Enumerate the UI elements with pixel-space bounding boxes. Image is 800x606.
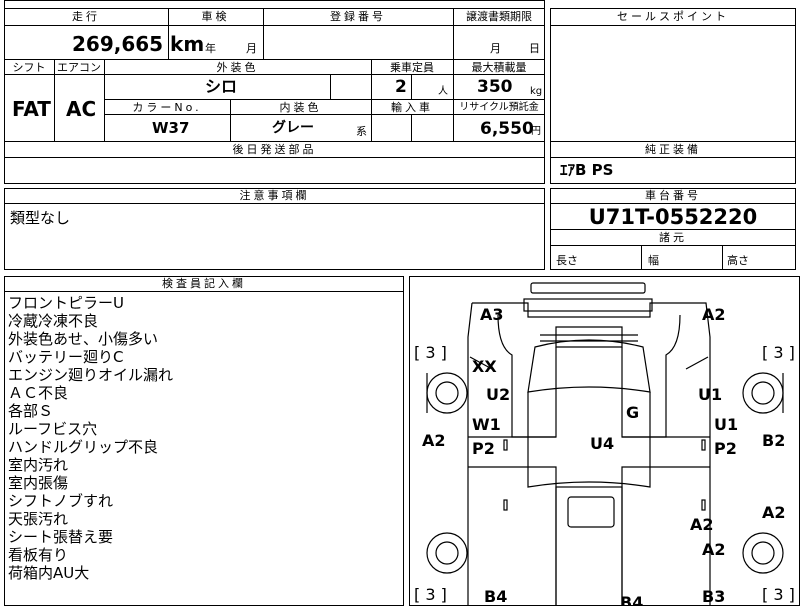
damage-u2: U2 — [486, 385, 511, 404]
damage-b4-left: B4 — [484, 587, 508, 606]
mileage-value: 269,665 km — [72, 32, 205, 56]
recycle-value: 6,550 — [480, 119, 534, 139]
dims-width: 幅 — [648, 254, 659, 267]
capacity-value: 2 — [395, 77, 407, 97]
notice-header: 注意事項欄 — [239, 189, 310, 202]
capacity-unit: 人 — [438, 86, 448, 97]
inspector-note: 室内張傷 — [8, 474, 69, 492]
sales-point-header: セールスポイント — [617, 10, 729, 23]
recycle-unit: 円 — [531, 126, 541, 137]
damage-a2-middle: A2 — [690, 515, 714, 534]
genuine-header: 純正装備 — [645, 143, 701, 156]
inspector-note: ルーフビス穴 — [8, 420, 98, 438]
inspector-note: シート張替え要 — [8, 528, 114, 546]
tire-right-front: [ 3 ] — [762, 343, 795, 362]
damage-a2-front-right: A2 — [702, 305, 726, 324]
inspector-note: 看板有り — [8, 546, 69, 564]
damage-a2-left: A2 — [422, 431, 446, 450]
damage-u1-right-2: U1 — [714, 415, 739, 434]
shift-value: FAT — [12, 97, 51, 121]
damage-a2-rear-right: A2 — [702, 540, 726, 559]
inspector-note: 冷蔵冷凍不良 — [8, 312, 99, 330]
vehicle-diagram: A3 A2 [ 3 ] [ 3 ] XX U2 U1 G W1 U1 A2 B2… — [409, 276, 800, 606]
notice-value: 類型なし — [10, 209, 71, 227]
inspector-header: 検査員記入欄 — [162, 277, 246, 290]
damage-g: G — [626, 403, 640, 422]
damage-u1-right: U1 — [698, 385, 723, 404]
damage-a3: A3 — [480, 305, 504, 324]
damage-xx: XX — [472, 357, 497, 376]
interior-value: グレー — [272, 120, 314, 136]
inspector-note: フロントピラーU — [8, 294, 124, 312]
interior-header: 内装色 — [279, 101, 322, 114]
damage-w1: W1 — [472, 415, 501, 434]
dims-length: 長さ — [556, 254, 578, 267]
damage-a2-right: A2 — [762, 503, 786, 522]
transfer-month: 月 — [490, 42, 501, 55]
transfer-day: 日 — [529, 42, 540, 55]
dims-height: 高さ — [727, 254, 749, 267]
inspector-note: バッテリー廻りC — [8, 348, 124, 366]
dims-header: 諸元 — [659, 231, 687, 244]
inspector-note: 天張汚れ — [8, 510, 69, 528]
inspector-note: ハンドルグリップ不良 — [8, 438, 159, 456]
inspector-note: エンジン廻りオイル漏れ — [8, 366, 174, 384]
shift-header: シフト — [12, 61, 46, 74]
inspection-header: 車検 — [201, 10, 230, 23]
inspector-note: 外装色あせ、小傷多い — [8, 330, 159, 348]
inspector-note: 荷箱内AU大 — [8, 564, 90, 582]
damage-u4: U4 — [590, 434, 615, 453]
damage-p2-right: P2 — [714, 439, 737, 458]
color-no-value: W37 — [152, 119, 190, 137]
damage-b3: B3 — [702, 587, 726, 606]
load-header: 最大積載量 — [471, 61, 527, 74]
color-no-header: カラーNo. — [132, 101, 202, 114]
chassis-header: 車台番号 — [645, 189, 701, 202]
import-header: 輸入車 — [391, 101, 433, 114]
genuine-value: ｴｱB PS — [560, 161, 614, 179]
aircon-value: AC — [66, 97, 97, 121]
mileage-header: 走行 — [72, 10, 100, 23]
transfer-header: 譲渡書類期限 — [466, 10, 532, 23]
capacity-header: 乗車定員 — [390, 61, 434, 74]
interior-suffix: 系 — [356, 125, 367, 138]
exterior-value: シロ — [205, 77, 238, 96]
tire-right-rear: [ 3 ] — [762, 585, 795, 604]
load-unit: kg — [530, 86, 543, 97]
inspector-note: 各部Ｓ — [8, 402, 54, 420]
chassis-number: U71T-0552220 — [588, 205, 758, 229]
tire-left-front: [ 3 ] — [414, 343, 447, 362]
damage-b2: B2 — [762, 431, 786, 450]
inspector-note: 室内汚れ — [8, 456, 69, 474]
exterior-header: 外装色 — [216, 61, 259, 74]
aircon-header: エアコン — [57, 61, 101, 74]
damage-p2-left: P2 — [472, 439, 495, 458]
inspector-note: シフトノブすれ — [8, 492, 114, 510]
recycle-header: リサイクル預託金 — [459, 102, 539, 113]
registration-header: 登録番号 — [330, 10, 386, 23]
tire-left-rear: [ 3 ] — [414, 585, 447, 604]
inspection-month: 月 — [246, 42, 257, 55]
inspection-year: 年 — [205, 42, 216, 55]
delivery-header: 後日発送部品 — [232, 143, 317, 156]
load-value: 350 — [477, 77, 513, 97]
inspector-note: ＡＣ不良 — [8, 384, 69, 402]
inspector-notes-list: フロントピラーU 冷蔵冷凍不良 外装色あせ、小傷多い バッテリー廻りC エンジン… — [8, 294, 173, 582]
